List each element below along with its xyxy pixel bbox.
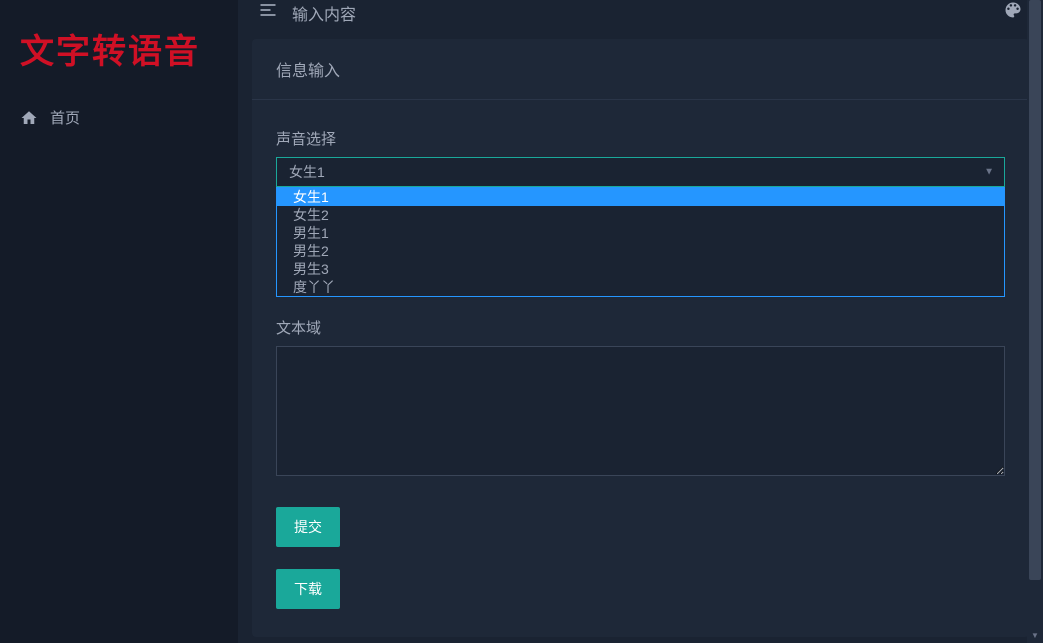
app-logo: 文字转语音 xyxy=(0,0,238,97)
voice-dropdown: 女生1 女生2 男生1 男生2 男生3 度丫丫 xyxy=(276,187,1005,297)
menu-toggle-button[interactable] xyxy=(258,0,278,25)
scrollbar-thumb[interactable] xyxy=(1029,0,1041,580)
card-title: 信息输入 xyxy=(252,39,1029,100)
voice-select-wrapper: 女生1 ▼ 女生1 女生2 男生1 男生2 男生3 度丫丫 xyxy=(276,157,1005,297)
voice-option-1[interactable]: 女生2 xyxy=(277,206,1004,224)
voice-form-group: 声音选择 女生1 ▼ 女生1 女生2 男生1 男生2 男生3 xyxy=(276,128,1005,297)
textarea-label: 文本域 xyxy=(276,317,1005,338)
voice-option-0[interactable]: 女生1 xyxy=(277,188,1004,206)
download-row: 下载 xyxy=(276,547,1005,609)
sidebar-item-label: 首页 xyxy=(50,107,80,128)
download-button[interactable]: 下载 xyxy=(276,569,340,609)
breadcrumb: 输入内容 xyxy=(292,1,356,25)
voice-option-3[interactable]: 男生2 xyxy=(277,242,1004,260)
submit-button[interactable]: 提交 xyxy=(276,507,340,547)
card-body: 声音选择 女生1 ▼ 女生1 女生2 男生1 男生2 男生3 xyxy=(252,100,1029,637)
chevron-down-icon: ▼ xyxy=(984,167,994,178)
vertical-scrollbar[interactable]: ▲ ▼ xyxy=(1027,0,1043,643)
voice-selected-value: 女生1 xyxy=(289,164,325,180)
menu-icon xyxy=(258,0,278,20)
sidebar: 文字转语音 首页 xyxy=(0,0,238,643)
text-input[interactable] xyxy=(276,346,1005,476)
scrollbar-track[interactable] xyxy=(1027,0,1043,643)
topbar: 输入内容 xyxy=(238,0,1043,25)
sidebar-item-home[interactable]: 首页 xyxy=(0,97,238,138)
submit-row: 提交 xyxy=(276,501,1005,547)
home-icon xyxy=(20,109,38,127)
main: 输入内容 信息输入 声音选择 女生1 ▼ xyxy=(238,0,1043,643)
theme-button[interactable] xyxy=(1003,0,1023,25)
voice-select[interactable]: 女生1 ▼ xyxy=(276,157,1005,187)
voice-option-5[interactable]: 度丫丫 xyxy=(277,278,1004,296)
textarea-form-group: 文本域 xyxy=(276,317,1005,481)
voice-option-4[interactable]: 男生3 xyxy=(277,260,1004,278)
palette-icon xyxy=(1003,0,1023,20)
scrollbar-down-icon[interactable]: ▼ xyxy=(1027,627,1043,643)
voice-label: 声音选择 xyxy=(276,128,1005,149)
voice-option-2[interactable]: 男生1 xyxy=(277,224,1004,242)
content: 信息输入 声音选择 女生1 ▼ 女生1 女生2 xyxy=(238,25,1043,643)
form-card: 信息输入 声音选择 女生1 ▼ 女生1 女生2 xyxy=(252,39,1029,637)
